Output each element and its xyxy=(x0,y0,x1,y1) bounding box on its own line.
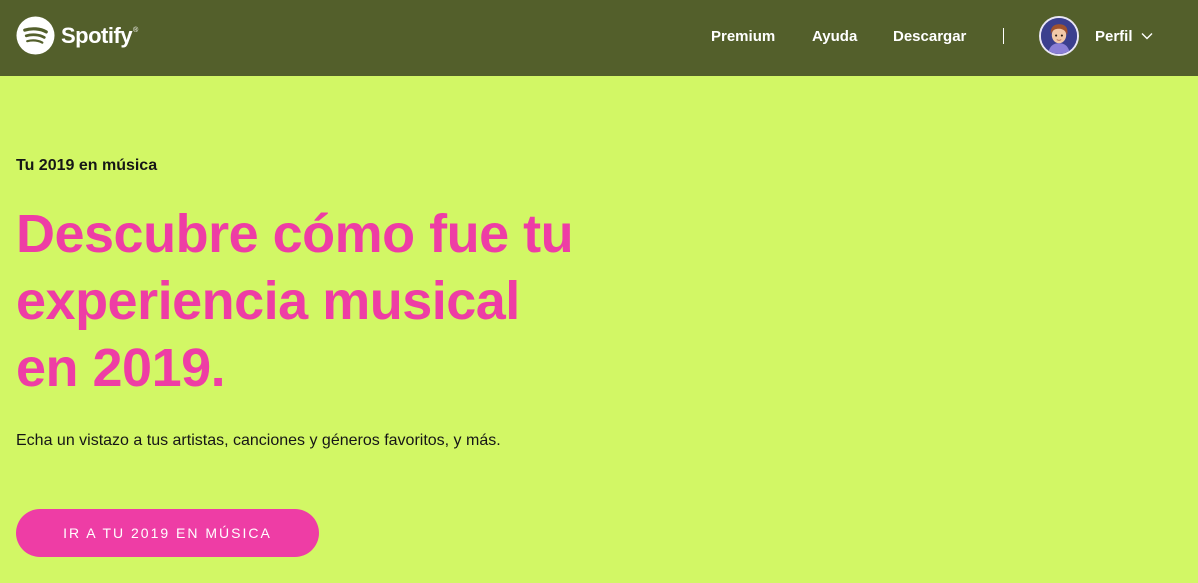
headline-line-1: Descubre cómo fue tu xyxy=(16,204,574,264)
profile-menu-button[interactable]: Perfil xyxy=(1039,16,1153,56)
profile-label: Perfil xyxy=(1095,27,1133,45)
headline-line-3: en 2019. xyxy=(16,338,226,398)
hero-subtitle: Echa un vistazo a tus artistas, cancione… xyxy=(16,432,501,449)
avatar xyxy=(1039,16,1079,56)
spotify-home-link[interactable]: Spotify ® xyxy=(16,16,138,55)
nav-link-descargar[interactable]: Descargar xyxy=(893,28,966,45)
headline-line-2: experiencia musical xyxy=(16,271,520,331)
top-navigation-bar: Spotify ® Premium Ayuda Descargar Perfil xyxy=(0,0,1198,76)
nav-divider xyxy=(1003,28,1004,44)
nav-link-ayuda[interactable]: Ayuda xyxy=(812,28,857,45)
nav-link-premium[interactable]: Premium xyxy=(711,28,775,45)
spotify-logo-icon xyxy=(16,16,55,55)
brand-name: Spotify xyxy=(61,22,133,48)
page-title: Descubre cómo fue tu experiencia musical… xyxy=(16,201,656,402)
chevron-down-icon xyxy=(1141,33,1153,40)
trademark-symbol: ® xyxy=(133,27,139,34)
open-2019-wrapped-button[interactable]: IR A TU 2019 EN MÚSICA xyxy=(16,509,319,557)
hero-eyebrow: Tu 2019 en música xyxy=(16,157,158,174)
